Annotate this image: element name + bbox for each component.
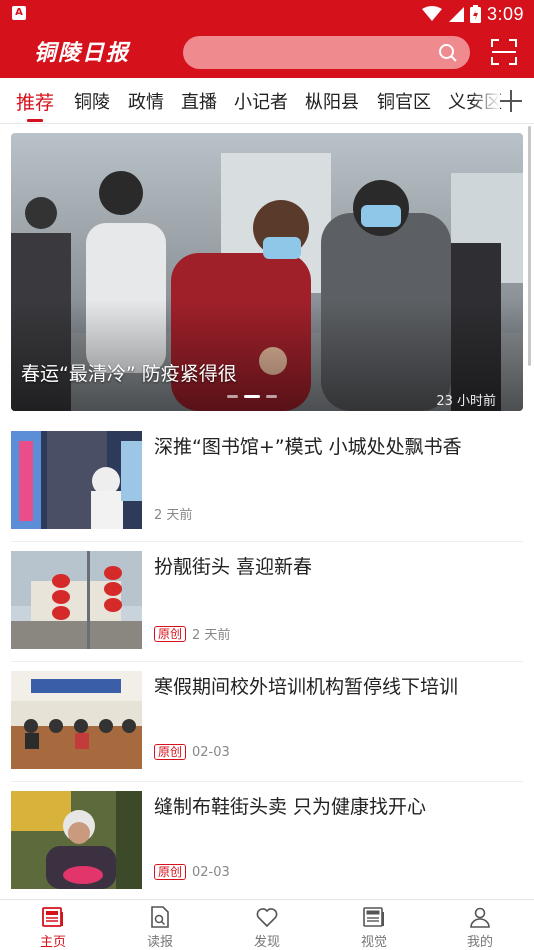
scan-icon[interactable] (491, 39, 517, 65)
tab-politics[interactable]: 政情 (128, 88, 164, 114)
tab-tongguan[interactable]: 铜官区 (377, 88, 431, 114)
nav-mine-label: 我的 (466, 935, 493, 950)
news-item[interactable]: 深推“图书馆+”模式 小城处处飘书香 2 天前 (11, 422, 523, 542)
carousel-dot (227, 395, 238, 398)
news-thumbnail (11, 671, 142, 769)
news-thumbnail (11, 431, 142, 529)
tab-live[interactable]: 直播 (181, 88, 217, 114)
nav-home-label: 主页 (39, 935, 66, 950)
news-thumbnail (11, 791, 142, 889)
banner-title: 春运“最清冷” 防疫紧得很 (21, 363, 237, 385)
search-input[interactable] (183, 36, 470, 69)
news-title: 扮靓街头 喜迎新春 (154, 556, 313, 578)
news-title: 寒假期间校外培训机构暂停线下培训 (154, 676, 459, 698)
news-meta: 原创 2 天前 (154, 624, 230, 643)
original-badge: 原创 (154, 625, 187, 642)
wifi-icon (421, 6, 442, 21)
tab-fade (470, 78, 500, 123)
active-tab-indicator (27, 119, 43, 122)
tab-young-reporter[interactable]: 小记者 (234, 88, 288, 114)
news-item[interactable]: 扮靓街头 喜迎新春 原创 2 天前 (11, 542, 523, 662)
status-time: 3:09 (486, 3, 524, 24)
search-icon[interactable] (438, 43, 458, 63)
news-time: 2 天前 (192, 628, 231, 643)
news-title: 深推“图书馆+”模式 小城处处飘书香 (154, 436, 462, 458)
news-meta: 原创 02-03 (154, 744, 230, 760)
nav-read-paper[interactable]: 读报 (120, 900, 200, 950)
nav-visual[interactable]: 视觉 (334, 900, 414, 950)
app-bar: 铜陵日报 (0, 28, 534, 78)
carousel-dots (227, 395, 277, 398)
tab-recommend[interactable]: 推荐 (16, 88, 54, 115)
nav-discover[interactable]: 发现 (227, 900, 307, 950)
channel-tabs: 推荐 铜陵 政情 直播 小记者 枞阳县 铜官区 义安区 (0, 78, 534, 124)
news-time: 02-03 (192, 864, 230, 880)
news-item[interactable]: 缝制布鞋街头卖 只为健康找开心 原创 02-03 (11, 782, 523, 902)
news-title: 缝制布鞋街头卖 只为健康找开心 (154, 796, 427, 818)
nav-home[interactable]: 主页 (13, 900, 93, 950)
read-paper-icon (151, 906, 169, 928)
tab-tongling[interactable]: 铜陵 (74, 88, 110, 114)
original-badge: 原创 (154, 744, 187, 760)
news-thumbnail (11, 551, 142, 649)
nav-read-paper-label: 读报 (146, 935, 173, 950)
scrollbar[interactable] (528, 126, 531, 366)
news-time: 02-03 (192, 744, 230, 760)
person-icon (470, 907, 490, 928)
app-logo[interactable]: 铜陵日报 (34, 35, 130, 67)
newspaper-icon (42, 907, 63, 927)
nav-visual-label: 视觉 (360, 935, 387, 950)
carousel-dot (266, 395, 277, 398)
news-item[interactable]: 寒假期间校外培训机构暂停线下培训 原创 02-03 (11, 662, 523, 782)
news-meta: 2 天前 (154, 504, 192, 523)
news-icon (363, 907, 384, 927)
news-time: 2 天前 (154, 508, 193, 523)
nav-mine[interactable]: 我的 (440, 900, 520, 950)
banner-carousel[interactable]: 春运“最清冷” 防疫紧得很 23 小时前 (11, 133, 523, 411)
original-badge: 原创 (154, 864, 187, 880)
heart-icon (256, 908, 278, 928)
carousel-dot-active (244, 395, 260, 398)
add-channel-icon[interactable] (500, 90, 522, 112)
signal-icon (448, 7, 464, 22)
app-notification-icon: A (12, 6, 26, 20)
bottom-navigation: 主页 读报 发现 视觉 我的 (0, 899, 534, 950)
nav-discover-label: 发现 (253, 935, 280, 950)
news-meta: 原创 02-03 (154, 864, 230, 880)
tab-zongyang[interactable]: 枞阳县 (305, 88, 359, 114)
battery-icon (469, 5, 481, 23)
banner-time: 23 小时前 (436, 394, 496, 409)
status-bar: A 3:09 (0, 0, 534, 28)
